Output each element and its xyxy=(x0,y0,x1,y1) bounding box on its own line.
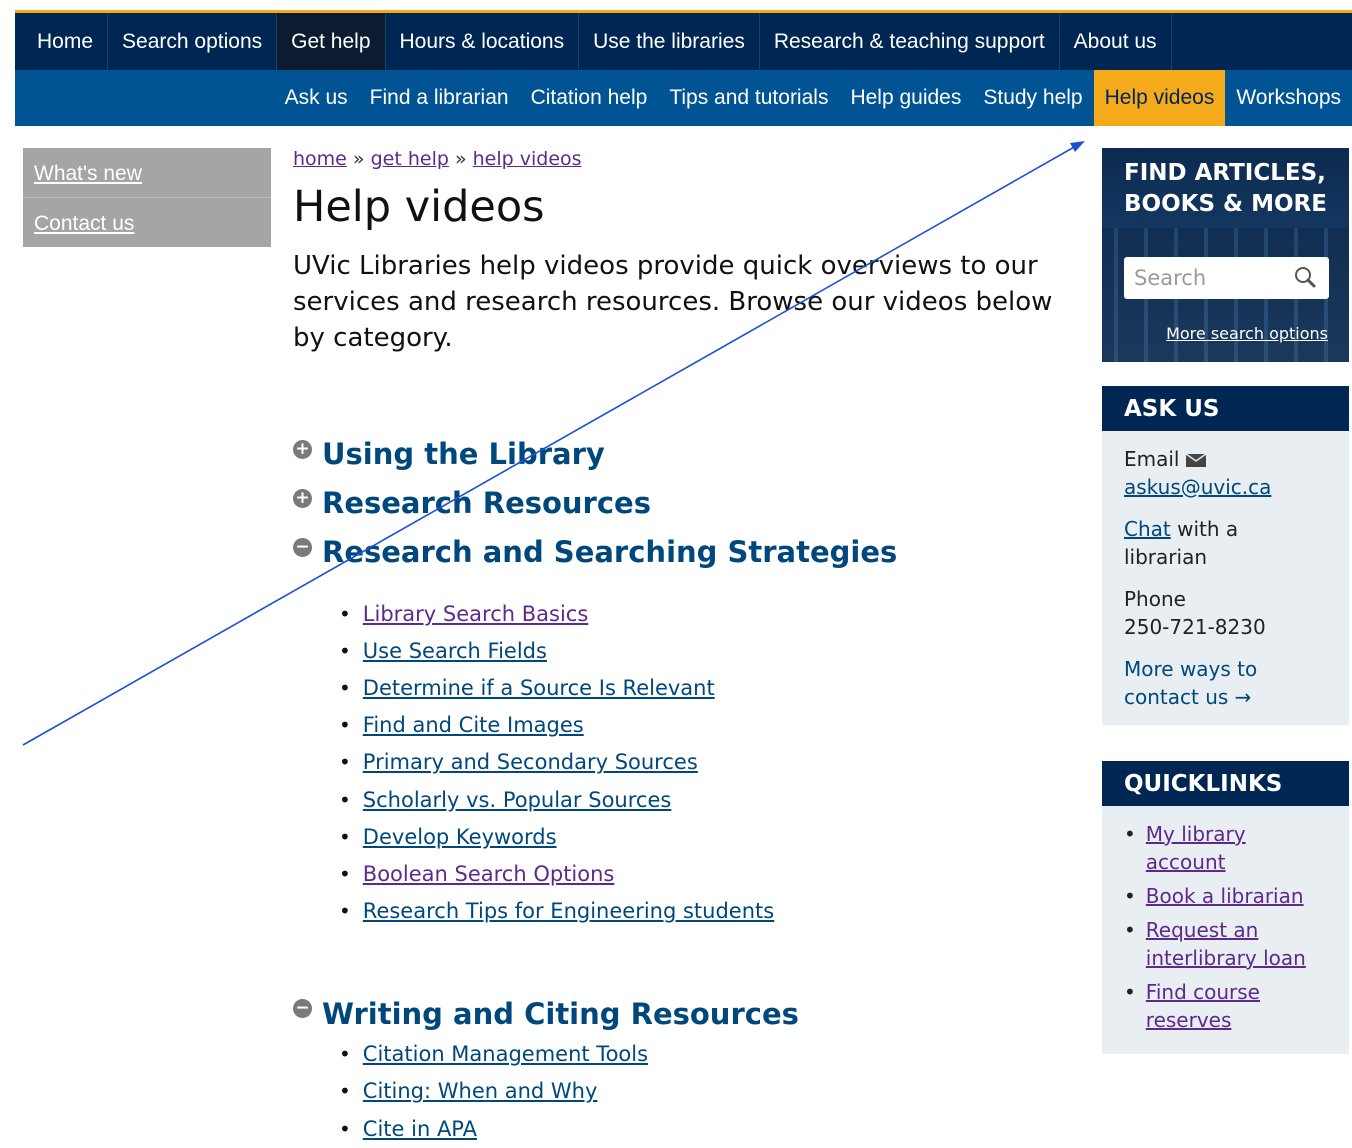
envelope-icon xyxy=(1185,453,1207,467)
topnav-about-us[interactable]: About us xyxy=(1060,13,1172,70)
video-list: Citation Management Tools Citing: When a… xyxy=(339,1036,1083,1148)
topnav-home[interactable]: Home xyxy=(15,13,109,70)
email-block: Email askus@uvic.ca xyxy=(1124,445,1327,501)
top-navigation: Home Search options Get help Hours & loc… xyxy=(15,10,1352,70)
ask-us-box: ASK US Email askus@uvic.ca Chat with a l… xyxy=(1102,386,1349,725)
section-writing-citing-resources[interactable]: − Writing and Citing Resources xyxy=(293,992,1083,1036)
video-link[interactable]: Citation Management Tools xyxy=(363,1042,648,1066)
subnav-citation-help[interactable]: Citation help xyxy=(520,70,659,126)
topnav-search-options[interactable]: Search options xyxy=(108,13,278,70)
quicklink[interactable]: Find course reserves xyxy=(1146,978,1327,1034)
collapse-icon[interactable]: − xyxy=(293,999,312,1019)
find-articles-box: FIND ARTICLES, BOOKS & MORE More search … xyxy=(1102,148,1349,362)
quicklink[interactable]: My library account xyxy=(1146,820,1327,876)
list-item: Find and Cite Images xyxy=(339,707,1083,744)
email-link[interactable]: askus@uvic.ca xyxy=(1124,475,1271,499)
leftnav-contact-us[interactable]: Contact us xyxy=(23,198,271,247)
section-research-searching-strategies[interactable]: − Research and Searching Strategies xyxy=(293,530,1083,574)
expand-icon[interactable]: + xyxy=(293,488,312,508)
phone-number: 250-721-8230 xyxy=(1124,615,1266,639)
list-item: Library Search Basics xyxy=(339,595,1083,632)
subnav-workshops[interactable]: Workshops xyxy=(1225,70,1352,126)
breadcrumb-separator: » xyxy=(448,148,473,170)
list-item: Citing: When and Why xyxy=(339,1073,1083,1110)
topnav-get-help[interactable]: Get help xyxy=(277,13,386,70)
quicklink[interactable]: Book a librarian xyxy=(1146,882,1304,910)
subnav-tips-tutorials[interactable]: Tips and tutorials xyxy=(658,70,839,126)
quicklinks-heading: QUICKLINKS xyxy=(1102,761,1349,806)
main-content: home » get help » help videos Help video… xyxy=(293,148,1083,1147)
find-box-title: FIND ARTICLES, BOOKS & MORE xyxy=(1124,158,1327,220)
intro-text: UVic Libraries help videos provide quick… xyxy=(293,251,1053,353)
quicklinks-box: QUICKLINKS My library account Book a lib… xyxy=(1102,761,1349,1054)
chat-block: Chat with a librarian xyxy=(1124,515,1327,571)
section-using-the-library[interactable]: + Using the Library xyxy=(293,432,1083,476)
more-ways-block: More ways to contact us → xyxy=(1124,655,1327,711)
collapse-icon[interactable]: − xyxy=(293,537,312,557)
ask-us-heading: ASK US xyxy=(1102,386,1349,431)
quicklinks-list: My library account Book a librarian Requ… xyxy=(1124,820,1327,1034)
page-title: Help videos xyxy=(293,182,545,232)
list-item: Determine if a Source Is Relevant xyxy=(339,669,1083,706)
list-item: Develop Keywords xyxy=(339,818,1083,855)
breadcrumb-separator: » xyxy=(346,148,371,170)
video-link[interactable]: Determine if a Source Is Relevant xyxy=(363,676,715,700)
video-link[interactable]: Research Tips for Engineering students xyxy=(363,899,774,923)
list-item: Book a librarian xyxy=(1124,882,1327,910)
more-search-options-link[interactable]: More search options xyxy=(1166,324,1328,343)
subnav-find-a-librarian[interactable]: Find a librarian xyxy=(359,70,520,126)
section-title[interactable]: Research Resources xyxy=(322,486,651,520)
list-item: Boolean Search Options xyxy=(339,855,1083,892)
list-item: Cite in APA xyxy=(339,1110,1083,1147)
video-link[interactable]: Citing: When and Why xyxy=(363,1079,598,1103)
list-item: Primary and Secondary Sources xyxy=(339,744,1083,781)
list-item: Citation Management Tools xyxy=(339,1036,1083,1073)
phone-block: Phone 250-721-8230 xyxy=(1124,585,1327,641)
topnav-hours-locations[interactable]: Hours & locations xyxy=(386,13,580,70)
breadcrumb-help-videos[interactable]: help videos xyxy=(473,148,582,170)
list-item: Request an interlibrary loan xyxy=(1124,916,1327,972)
search-input[interactable] xyxy=(1134,266,1284,290)
subnav-ask-us[interactable]: Ask us xyxy=(274,70,359,126)
section-research-resources[interactable]: + Research Resources xyxy=(293,481,1083,525)
subnav-study-help[interactable]: Study help xyxy=(972,70,1093,126)
breadcrumb: home » get help » help videos xyxy=(293,148,1083,170)
section-title[interactable]: Writing and Citing Resources xyxy=(322,997,799,1031)
video-list: Library Search Basics Use Search Fields … xyxy=(339,595,1083,930)
video-link[interactable]: Find and Cite Images xyxy=(363,713,584,737)
breadcrumb-home[interactable]: home xyxy=(293,148,347,170)
video-link[interactable]: Use Search Fields xyxy=(363,639,547,663)
leftnav-whats-new[interactable]: What's new xyxy=(23,148,271,198)
list-item: Scholarly vs. Popular Sources xyxy=(339,781,1083,818)
quicklink[interactable]: Request an interlibrary loan xyxy=(1146,916,1327,972)
video-link[interactable]: Boolean Search Options xyxy=(363,862,615,886)
phone-label: Phone xyxy=(1124,587,1186,611)
breadcrumb-get-help[interactable]: get help xyxy=(371,148,449,170)
find-title-line: FIND ARTICLES, xyxy=(1124,160,1326,186)
video-link[interactable]: Library Search Basics xyxy=(363,602,588,626)
subnav-help-videos[interactable]: Help videos xyxy=(1093,70,1226,126)
search-field[interactable] xyxy=(1124,257,1329,299)
list-item: My library account xyxy=(1124,820,1327,876)
expand-icon[interactable]: + xyxy=(293,439,312,459)
video-link[interactable]: Scholarly vs. Popular Sources xyxy=(363,788,672,812)
video-link[interactable]: Cite in APA xyxy=(363,1117,477,1141)
find-title-line: BOOKS & MORE xyxy=(1124,191,1327,217)
chat-link[interactable]: Chat xyxy=(1124,517,1171,541)
list-item: Find course reserves xyxy=(1124,978,1327,1034)
email-label: Email xyxy=(1124,447,1180,471)
search-icon[interactable] xyxy=(1293,265,1319,291)
subnav-help-guides[interactable]: Help guides xyxy=(839,70,972,126)
video-link[interactable]: Develop Keywords xyxy=(363,825,557,849)
left-sidebar: What's new Contact us xyxy=(23,148,271,247)
list-item: Research Tips for Engineering students xyxy=(339,893,1083,930)
list-item: Use Search Fields xyxy=(339,632,1083,669)
more-ways-link[interactable]: More ways to contact us → xyxy=(1124,657,1257,709)
section-title[interactable]: Using the Library xyxy=(322,437,605,471)
topnav-research-teaching-support[interactable]: Research & teaching support xyxy=(760,13,1060,70)
topnav-use-the-libraries[interactable]: Use the libraries xyxy=(579,13,760,70)
section-title[interactable]: Research and Searching Strategies xyxy=(322,535,897,569)
video-link[interactable]: Primary and Secondary Sources xyxy=(363,750,698,774)
sub-navigation: Ask us Find a librarian Citation help Ti… xyxy=(15,70,1352,126)
